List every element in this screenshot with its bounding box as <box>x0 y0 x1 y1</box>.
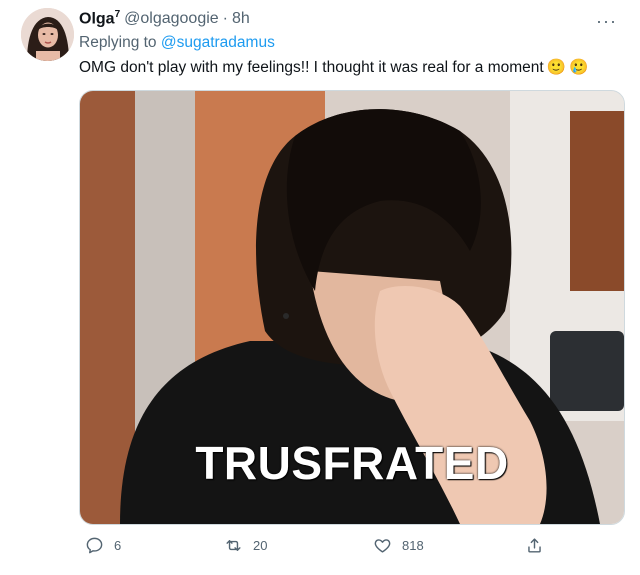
replying-to: Replying to @sugatradamus <box>79 34 275 52</box>
separator-dot: · <box>222 10 228 28</box>
like-button[interactable]: 818 <box>373 536 424 555</box>
tweet-actions: 6 20 818 <box>79 536 619 560</box>
retweet-icon <box>226 540 241 551</box>
retweet-count: 20 <box>253 538 268 553</box>
tweet-body: OMG don't play with my feelings!! I thou… <box>79 58 544 76</box>
like-count: 818 <box>402 538 424 553</box>
reply-icon <box>86 537 103 554</box>
retweet-button[interactable]: 20 <box>224 536 267 555</box>
author-name[interactable]: Olga7 <box>79 9 120 28</box>
share-button[interactable] <box>525 536 554 555</box>
avatar-image <box>21 8 74 61</box>
author-name-superscript: 7 <box>114 9 121 20</box>
tweet-card: Olga7 @olgagoogie · 8h ··· Replying to @… <box>9 0 631 575</box>
replying-to-label: Replying to <box>79 34 157 51</box>
tweet-text: OMG don't play with my feelings!! I thou… <box>79 58 588 77</box>
smiling-face-with-tear-icon: 🥲 <box>569 59 589 76</box>
tweet-header: Olga7 @olgagoogie · 8h ··· <box>79 9 621 31</box>
more-options-icon[interactable]: ··· <box>596 11 617 32</box>
tweet-timestamp[interactable]: 8h <box>232 10 250 28</box>
share-icon <box>528 538 541 553</box>
reply-count: 6 <box>114 538 122 553</box>
image-caption: TRUSFRATED <box>195 437 509 489</box>
slightly-smiling-face-icon: 🙂 <box>546 59 567 76</box>
author-handle[interactable]: @olgagoogie <box>124 10 219 28</box>
tweet-image[interactable]: TRUSFRATED <box>79 90 625 525</box>
reply-to-handle-link[interactable]: @sugatradamus <box>161 34 275 51</box>
heart-icon <box>374 539 391 553</box>
reply-button[interactable]: 6 <box>85 536 121 555</box>
avatar[interactable] <box>21 8 74 61</box>
